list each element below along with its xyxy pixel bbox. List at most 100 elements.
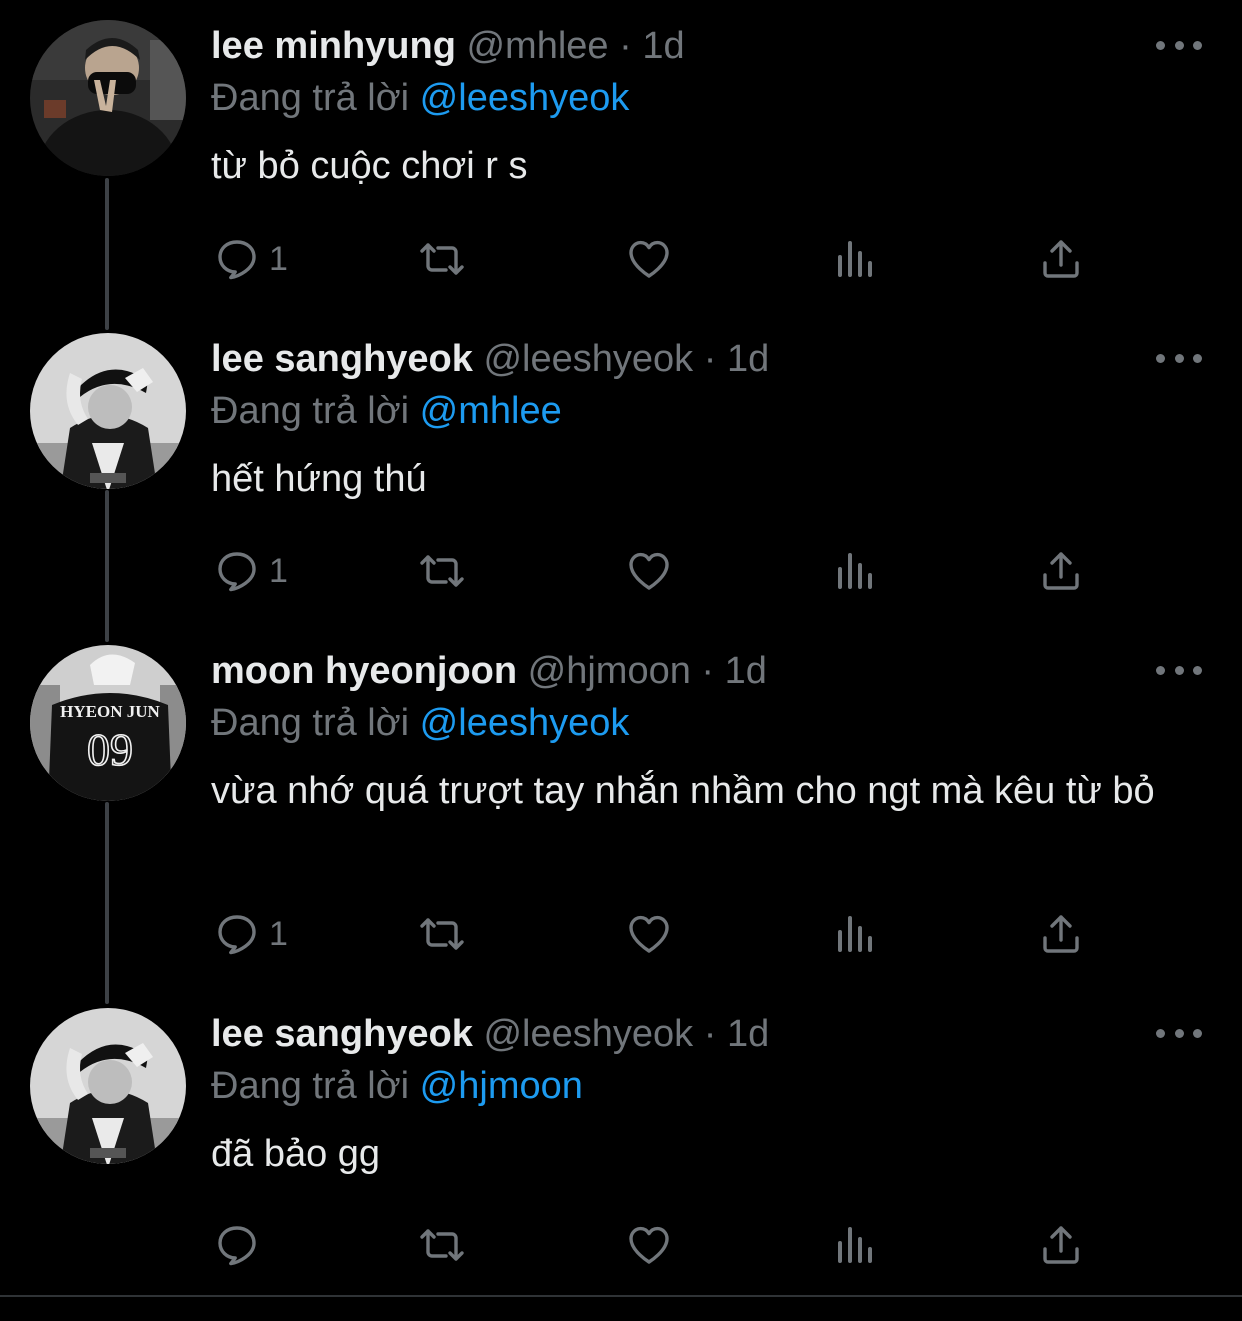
share-button[interactable] xyxy=(1037,546,1085,596)
divider xyxy=(0,1295,1242,1297)
avatar-photo xyxy=(30,1008,186,1164)
views-icon xyxy=(838,553,872,589)
user-handle[interactable]: @mhlee xyxy=(466,25,608,67)
separator-dot: · xyxy=(703,338,717,380)
tweet-text: đã bảo gg xyxy=(211,1133,381,1175)
like-button[interactable] xyxy=(625,546,673,596)
reply-button[interactable]: 1 xyxy=(213,546,288,596)
action-bar xyxy=(213,1220,1113,1270)
reply-count: 1 xyxy=(269,914,288,953)
timestamp[interactable]: 1d xyxy=(642,25,684,67)
retweet-icon xyxy=(420,1229,464,1261)
reply-context: Đang trả lời @leeshyeok xyxy=(211,72,1202,124)
action-bar: 1 xyxy=(213,234,1113,284)
tweet-header: lee minhyung @mhlee · 1d xyxy=(211,20,1202,72)
tweet-header: lee sanghyeok @leeshyeok · 1d xyxy=(211,333,1202,385)
avatar-photo xyxy=(30,20,186,176)
user-handle[interactable]: @leeshyeok xyxy=(483,1013,693,1055)
like-button[interactable] xyxy=(625,909,673,959)
avatar-photo xyxy=(30,333,186,489)
views-button[interactable] xyxy=(832,909,880,959)
jersey-number: 09 xyxy=(87,724,133,775)
reply-icon xyxy=(218,552,256,592)
tweet-header: moon hyeonjoon @hjmoon · 1d xyxy=(211,645,1202,697)
reply-button[interactable]: 1 xyxy=(213,909,288,959)
reply-button[interactable]: 1 xyxy=(213,234,288,284)
display-name[interactable]: lee sanghyeok xyxy=(211,1013,473,1055)
reply-count: 1 xyxy=(269,551,288,590)
share-button[interactable] xyxy=(1037,909,1085,959)
like-icon xyxy=(629,915,669,953)
reply-icon xyxy=(218,915,256,955)
avatar[interactable] xyxy=(30,333,186,489)
share-icon xyxy=(1043,552,1079,590)
views-button[interactable] xyxy=(832,546,880,596)
retweet-button[interactable] xyxy=(418,1220,466,1270)
timestamp[interactable]: 1d xyxy=(727,338,769,380)
avatar[interactable] xyxy=(30,1008,186,1164)
mention-link[interactable]: @leeshyeok xyxy=(420,702,630,744)
avatar[interactable]: HYEON JUN 09 xyxy=(30,645,186,801)
reply-prefix: Đang trả lời xyxy=(211,390,410,432)
tweet-header: lee sanghyeok @leeshyeok · 1d xyxy=(211,1008,1202,1060)
views-icon xyxy=(838,241,872,277)
separator-dot: · xyxy=(619,25,632,67)
reply-context: Đang trả lời @leeshyeok xyxy=(211,697,1202,749)
retweet-button[interactable] xyxy=(418,909,466,959)
action-bar: 1 xyxy=(213,909,1113,959)
share-icon xyxy=(1043,915,1079,953)
reply-icon xyxy=(218,1226,256,1266)
tweet-text: vừa nhớ quá trượt tay nhắn nhầm cho ngt … xyxy=(211,770,1155,812)
retweet-icon xyxy=(420,243,464,275)
tweet-text: hết hứng thú xyxy=(211,458,427,500)
mention-link[interactable]: @leeshyeok xyxy=(420,77,630,119)
more-icon[interactable] xyxy=(1156,347,1202,369)
share-icon xyxy=(1043,1226,1079,1264)
avatar-photo: HYEON JUN 09 xyxy=(30,645,186,801)
views-icon xyxy=(838,1227,872,1263)
retweet-button[interactable] xyxy=(418,546,466,596)
like-icon xyxy=(629,240,669,278)
separator-dot: · xyxy=(703,1013,717,1055)
reply-prefix: Đang trả lời xyxy=(211,1065,410,1107)
user-handle[interactable]: @leeshyeok xyxy=(483,338,693,380)
thread-connector xyxy=(105,178,109,330)
like-button[interactable] xyxy=(625,1220,673,1270)
share-icon xyxy=(1043,240,1079,278)
views-icon xyxy=(838,916,872,952)
reply-prefix: Đang trả lời xyxy=(211,77,410,119)
user-handle[interactable]: @hjmoon xyxy=(528,650,691,692)
views-button[interactable] xyxy=(832,1220,880,1270)
reply-prefix: Đang trả lời xyxy=(211,702,410,744)
like-button[interactable] xyxy=(625,234,673,284)
action-bar: 1 xyxy=(213,546,1113,596)
display-name[interactable]: moon hyeonjoon xyxy=(211,650,517,692)
reply-count: 1 xyxy=(269,239,288,278)
retweet-icon xyxy=(420,918,464,950)
separator-dot: · xyxy=(701,650,715,692)
more-icon[interactable] xyxy=(1156,659,1202,681)
display-name[interactable]: lee minhyung xyxy=(211,25,456,67)
mention-link[interactable]: @hjmoon xyxy=(420,1065,583,1107)
retweet-button[interactable] xyxy=(418,234,466,284)
avatar[interactable] xyxy=(30,20,186,176)
more-icon[interactable] xyxy=(1156,1022,1202,1044)
timestamp[interactable]: 1d xyxy=(727,1013,769,1055)
reply-button[interactable] xyxy=(213,1220,269,1270)
more-icon[interactable] xyxy=(1156,34,1202,56)
reply-context: Đang trả lời @mhlee xyxy=(211,385,1202,437)
thread-connector xyxy=(105,802,109,1004)
share-button[interactable] xyxy=(1037,234,1085,284)
retweet-icon xyxy=(420,555,464,587)
views-button[interactable] xyxy=(832,234,880,284)
like-icon xyxy=(629,1226,669,1264)
display-name[interactable]: lee sanghyeok xyxy=(211,338,473,380)
share-button[interactable] xyxy=(1037,1220,1085,1270)
reply-icon xyxy=(218,240,256,280)
thread-connector xyxy=(105,490,109,642)
timestamp[interactable]: 1d xyxy=(725,650,767,692)
mention-link[interactable]: @mhlee xyxy=(420,390,562,432)
tweet-text: từ bỏ cuộc chơi r s xyxy=(211,145,528,187)
reply-context: Đang trả lời @hjmoon xyxy=(211,1060,1202,1112)
jersey-name: HYEON JUN xyxy=(60,702,160,721)
